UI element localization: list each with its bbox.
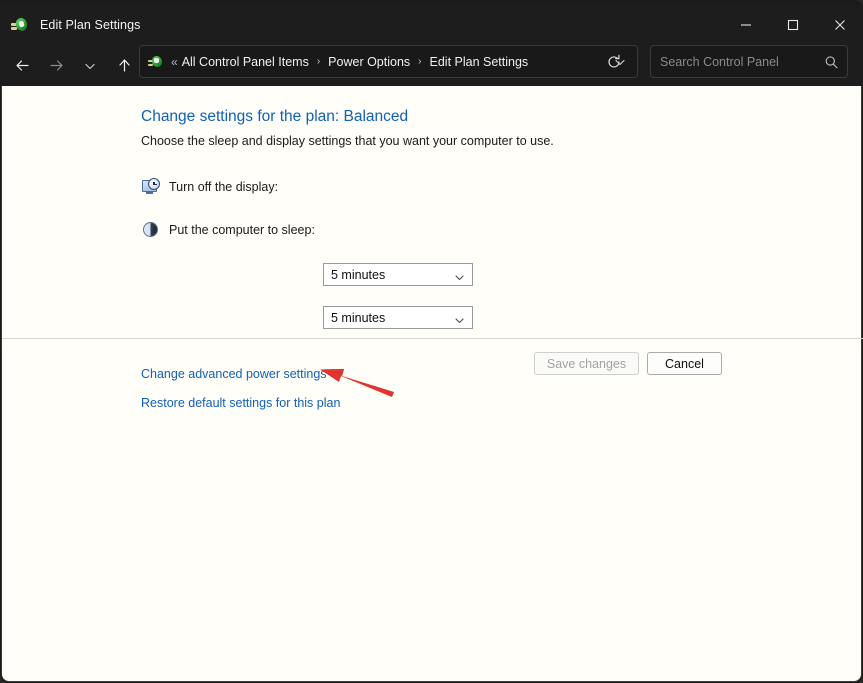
maximize-button[interactable] [769,5,816,45]
recent-locations-button[interactable] [73,50,107,82]
monitor-clock-icon [141,177,161,197]
edit-plan-settings-window: Edit Plan Settings « All Control Panel I… [0,0,863,683]
search-box[interactable] [650,45,848,78]
red-arrow-annotation [320,369,394,397]
setting-label-turn-off-display: Turn off the display: [169,180,279,194]
up-button[interactable] [107,50,141,82]
put-computer-to-sleep-value: 5 minutes [331,310,386,325]
page-subtitle: Choose the sleep and display settings th… [141,134,554,148]
turn-off-display-value: 5 minutes [331,267,386,282]
back-button[interactable] [5,50,39,82]
restore-default-settings-link[interactable]: Restore default settings for this plan [141,396,340,410]
cancel-button[interactable]: Cancel [647,352,722,375]
search-input[interactable] [660,54,818,69]
put-computer-to-sleep-dropdown[interactable]: 5 minutes [323,306,473,329]
minimize-button[interactable] [722,5,769,45]
sleep-moon-icon [141,220,161,240]
breadcrumb-separator-icon: › [316,56,321,67]
section-divider [2,338,863,339]
power-plan-icon [11,16,29,34]
title-bar: Edit Plan Settings [0,5,863,45]
page-title: Change settings for the plan: Balanced [141,108,409,125]
search-icon[interactable] [823,54,839,70]
change-advanced-power-settings-link[interactable]: Change advanced power settings [141,367,327,381]
setting-row-put-computer-to-sleep: Put the computer to sleep: [141,217,315,243]
breadcrumb-edit-plan-settings[interactable]: Edit Plan Settings [425,52,534,72]
breadcrumb-separator-icon: › [418,56,422,67]
window-title: Edit Plan Settings [40,18,141,32]
setting-row-turn-off-display: Turn off the display: [141,174,278,200]
setting-label-put-computer-to-sleep: Put the computer to sleep: [169,223,315,237]
content-pane: Change settings for the plan: Balanced C… [1,86,863,682]
power-plan-icon [148,54,164,70]
chevron-down-icon[interactable] [454,313,465,324]
refresh-icon[interactable] [602,50,626,74]
turn-off-display-dropdown[interactable]: 5 minutes [323,263,473,286]
breadcrumb-all-control-panel-items[interactable]: All Control Panel Items [177,52,314,72]
chevron-down-icon[interactable] [454,270,465,281]
forward-button[interactable] [39,50,73,82]
close-button[interactable] [816,5,863,45]
breadcrumb-power-options[interactable]: Power Options [323,52,415,72]
breadcrumb-overflow-icon[interactable]: « [171,55,178,69]
address-bar[interactable]: « All Control Panel Items › Power Option… [139,45,638,78]
window-controls [722,5,863,45]
save-changes-button[interactable]: Save changes [534,352,639,375]
